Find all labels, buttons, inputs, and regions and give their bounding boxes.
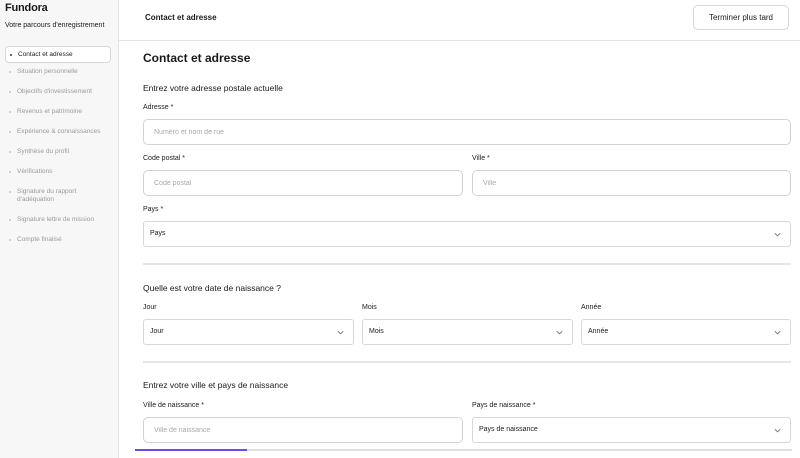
day-label: Jour <box>143 304 157 311</box>
year-label: Année <box>581 304 602 311</box>
step-dot-icon <box>9 111 11 113</box>
month-select[interactable]: Mois <box>362 319 573 345</box>
finish-later-button[interactable]: Terminer plus tard <box>693 5 789 30</box>
country-select-value: Pays <box>150 230 166 237</box>
year-select-value: Année <box>588 328 609 335</box>
birth-city-label: Ville de naissance * <box>143 402 204 409</box>
step-label: Revenus et patrimoine <box>17 108 83 115</box>
birth-country-select[interactable]: Pays de naissance <box>472 417 791 443</box>
step-dot-icon <box>9 131 11 133</box>
day-select[interactable]: Jour <box>143 319 354 345</box>
chevron-down-icon <box>556 330 563 335</box>
month-label: Mois <box>362 304 377 311</box>
birth-country-select-value: Pays de naissance <box>479 426 538 433</box>
step-label: Signature lettre de mission <box>17 216 94 223</box>
country-label: Pays * <box>143 206 164 213</box>
step-label: Contact et adresse <box>18 51 73 58</box>
address-section-title: Entrez votre adresse postale actuelle <box>143 83 283 93</box>
header-title: Contact et adresse <box>145 13 217 22</box>
progress-fill <box>135 449 247 451</box>
top-bar: Contact et adresse Terminer plus tard <box>119 0 800 41</box>
city-input[interactable] <box>472 170 791 196</box>
city-label: Ville * <box>472 155 490 162</box>
birth-country-label: Pays de naissance * <box>472 402 536 409</box>
step-dot-icon <box>9 239 11 241</box>
sidebar: Fundora Votre parcours d'enregistrement … <box>0 0 119 458</box>
step-label: Situation personnelle <box>17 68 78 75</box>
month-select-value: Mois <box>369 328 384 335</box>
step-contact-adresse[interactable]: Contact et adresse <box>5 46 111 63</box>
main-panel: Contact et adresse Terminer plus tard Co… <box>119 0 800 458</box>
steps-list: Contact et adresse Situation personnelle… <box>5 46 111 244</box>
progress-bar <box>135 449 792 451</box>
birth-city-input[interactable] <box>143 417 463 443</box>
step-objectifs[interactable]: Objectifs d'investissement <box>5 88 111 96</box>
step-signature-lettre[interactable]: Signature lettre de mission <box>5 216 111 224</box>
chevron-down-icon <box>337 330 344 335</box>
step-dot-icon <box>9 171 11 173</box>
step-label: Expérience & connaissances <box>17 128 101 135</box>
step-experience[interactable]: Expérience & connaissances <box>5 128 111 136</box>
year-select[interactable]: Année <box>581 319 791 345</box>
section-divider <box>143 263 791 265</box>
postal-code-label: Code postal * <box>143 155 186 162</box>
step-dot-icon <box>9 151 11 153</box>
step-synthese[interactable]: Synthèse du profil <box>5 148 111 156</box>
country-select[interactable]: Pays <box>143 221 791 247</box>
step-dot-icon <box>9 91 11 93</box>
step-dot-icon <box>9 191 11 193</box>
brand-logo: Fundora <box>5 2 48 14</box>
step-dot-icon <box>9 71 11 73</box>
chevron-down-icon <box>774 232 781 237</box>
postal-code-input[interactable] <box>143 170 463 196</box>
step-label: Synthèse du profil <box>17 148 70 155</box>
address-input[interactable] <box>143 119 791 145</box>
step-label: Objectifs d'investissement <box>17 88 92 95</box>
step-dot-icon <box>10 54 12 56</box>
step-dot-icon <box>9 219 11 221</box>
step-situation-personnelle[interactable]: Situation personnelle <box>5 68 111 76</box>
section-divider <box>143 361 791 363</box>
step-signature-rapport[interactable]: Signature du rapport d'adéquation <box>5 188 91 204</box>
page-title: Contact et adresse <box>143 51 251 65</box>
day-select-value: Jour <box>150 328 164 335</box>
step-label: Vérifications <box>17 168 53 175</box>
birthdate-section-title: Quelle est votre date de naissance ? <box>143 283 281 293</box>
step-verifications[interactable]: Vérifications <box>5 168 111 176</box>
address-label: Adresse * <box>143 104 174 111</box>
chevron-down-icon <box>774 330 781 335</box>
journey-title: Votre parcours d'enregistrement <box>5 22 105 29</box>
chevron-down-icon <box>774 428 781 433</box>
step-label: Compte finalisé <box>17 236 62 243</box>
birthplace-section-title: Entrez votre ville et pays de naissance <box>143 380 289 390</box>
step-revenus[interactable]: Revenus et patrimoine <box>5 108 111 116</box>
step-label: Signature du rapport d'adéquation <box>17 188 77 203</box>
step-compte-finalise[interactable]: Compte finalisé <box>5 236 111 244</box>
